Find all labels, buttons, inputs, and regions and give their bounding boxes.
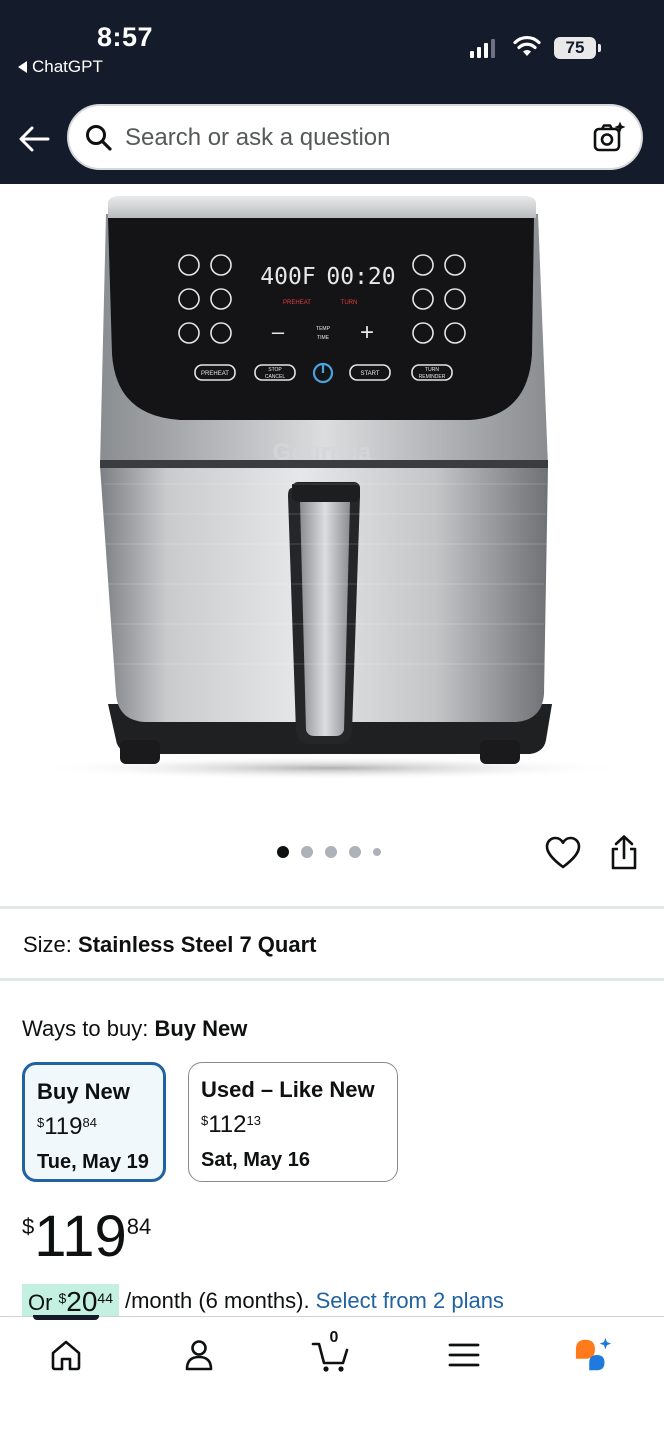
- option-price: $ 112 13: [201, 1111, 261, 1138]
- nav-cart[interactable]: 0: [311, 1329, 351, 1375]
- option-title: Buy New: [37, 1079, 130, 1104]
- nav-menu[interactable]: [444, 1335, 484, 1375]
- size-selector[interactable]: Size: Stainless Steel 7 Quart: [23, 932, 316, 958]
- image-carousel-indicator[interactable]: [277, 846, 381, 858]
- monthly-price-highlight: Or $ 20 44: [22, 1284, 119, 1318]
- status-time: 8:57: [97, 22, 154, 52]
- nav-home[interactable]: [46, 1335, 86, 1375]
- active-tab-indicator: [33, 1315, 99, 1320]
- option-title: Used – Like New: [201, 1077, 375, 1102]
- svg-text:REMINDER: REMINDER: [419, 374, 446, 380]
- account-icon: [185, 1340, 213, 1371]
- battery-indicator: 75: [554, 37, 601, 59]
- air-fryer-product-image: Gourmia 400F 00:20 PREHEAT TURN – + TEMP…: [30, 196, 630, 780]
- svg-text:STOP: STOP: [268, 367, 282, 373]
- svg-text:TEMP: TEMP: [316, 326, 331, 332]
- bottom-navigation: 0: [0, 1315, 664, 1440]
- search-bar[interactable]: [67, 104, 643, 170]
- wifi-icon: [513, 35, 541, 56]
- back-app-label: ChatGPT: [32, 57, 103, 76]
- svg-text:–: –: [272, 319, 285, 344]
- display-temp: 400F: [260, 264, 315, 290]
- divider: [0, 906, 664, 909]
- display-time: 00:20: [326, 264, 395, 290]
- svg-text:Gourmia: Gourmia: [273, 439, 372, 466]
- camera-search-icon[interactable]: [591, 120, 627, 156]
- monthly-payment-row: Or $ 20 44 /month (6 months). Select fro…: [22, 1284, 504, 1318]
- svg-text:PREHEAT: PREHEAT: [201, 371, 229, 377]
- buy-new-option[interactable]: Buy New $ 119 84 Tue, May 19: [22, 1062, 166, 1182]
- back-triangle-icon: [18, 61, 27, 73]
- used-like-new-option[interactable]: Used – Like New $ 112 13 Sat, May 16: [188, 1062, 398, 1182]
- carousel-dot[interactable]: [349, 846, 361, 858]
- carousel-dot[interactable]: [325, 846, 337, 858]
- option-price: $ 119 84: [37, 1113, 97, 1140]
- carousel-dot[interactable]: [277, 846, 289, 858]
- cart-count: 0: [329, 1329, 339, 1346]
- search-input[interactable]: [125, 120, 565, 156]
- ways-to-buy-label: Ways to buy:: [22, 1016, 149, 1041]
- carousel-dot[interactable]: [373, 848, 381, 856]
- product-image[interactable]: Gourmia 400F 00:20 PREHEAT TURN – + TEMP…: [0, 184, 664, 824]
- product-price: $ 119 84: [22, 1204, 152, 1269]
- nav-rufus[interactable]: [574, 1335, 614, 1375]
- option-delivery-date: Sat, May 16: [201, 1149, 310, 1171]
- menu-icon: [448, 1343, 480, 1367]
- size-value: Stainless Steel 7 Quart: [78, 932, 317, 957]
- ways-to-buy-value: Buy New: [154, 1016, 248, 1041]
- search-icon: [86, 125, 112, 151]
- nav-account[interactable]: [179, 1335, 219, 1375]
- svg-text:CANCEL: CANCEL: [265, 374, 286, 380]
- select-plans-link[interactable]: Select from 2 plans: [316, 1284, 504, 1314]
- back-to-app-link[interactable]: ChatGPT: [18, 57, 103, 77]
- app-header: 8:57 ChatGPT 75: [0, 0, 664, 184]
- monthly-terms: /month (6 months).: [124, 1288, 310, 1313]
- heart-icon[interactable]: [545, 836, 581, 870]
- share-icon[interactable]: [608, 834, 640, 872]
- size-label: Size:: [23, 932, 72, 957]
- ways-to-buy-heading: Ways to buy: Buy New: [22, 1016, 247, 1042]
- back-arrow-icon[interactable]: [16, 121, 52, 157]
- rufus-icon: [575, 1337, 612, 1371]
- cellular-signal-icon: [470, 38, 495, 58]
- display-preheat: PREHEAT: [283, 300, 311, 306]
- option-delivery-date: Tue, May 19: [37, 1151, 149, 1173]
- svg-text:TURN: TURN: [425, 367, 439, 373]
- svg-text:TIME: TIME: [317, 335, 330, 341]
- carousel-dot[interactable]: [301, 846, 313, 858]
- svg-text:+: +: [360, 319, 374, 346]
- divider: [0, 978, 664, 981]
- svg-text:START: START: [360, 371, 379, 377]
- home-icon: [51, 1340, 81, 1371]
- display-turn: TURN: [341, 300, 358, 306]
